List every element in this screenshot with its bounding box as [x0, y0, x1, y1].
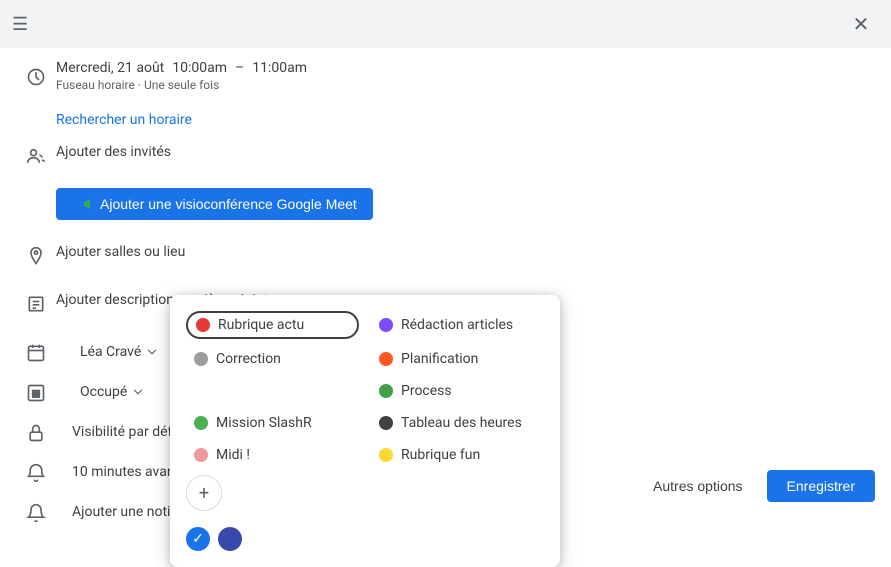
popup-item-label-tableau-heures: Tableau des heures	[401, 415, 522, 431]
color-dot-mission-slashr	[194, 416, 208, 430]
time-info: Mercredi, 21 août 10:00am – 11:00am Fuse…	[56, 60, 307, 92]
popup-item-label-rubrique-actu: Rubrique actu	[218, 317, 304, 333]
add-icon: +	[199, 483, 209, 504]
popup-item-tableau-heures[interactable]: Tableau des heures	[371, 411, 544, 435]
calendar-owner-label: Léa Cravé	[80, 344, 141, 360]
popup-item-redaction-articles[interactable]: Rédaction articles	[371, 311, 544, 339]
color-dot-correction	[194, 352, 208, 366]
calendar-icon	[16, 341, 56, 363]
footer-indigo-dot[interactable]	[218, 527, 242, 551]
color-dot-tableau-heures	[379, 416, 393, 430]
add-rooms-row: Ajouter salles ou lieu	[0, 236, 891, 284]
clock-icon	[16, 65, 56, 87]
popup-item-label-mission-slashr: Mission SlashR	[216, 415, 312, 431]
find-time-link[interactable]: Rechercher un horaire	[0, 104, 891, 136]
color-dot-process	[379, 384, 393, 398]
popup-item-label-midi: Midi !	[216, 447, 250, 463]
close-icon[interactable]: ✕	[843, 6, 879, 42]
location-icon	[16, 244, 56, 266]
event-time-start: 10:00am	[172, 60, 227, 76]
color-dot-redaction-articles	[379, 318, 393, 332]
popup-item-rubrique-actu[interactable]: Rubrique actu	[186, 311, 359, 339]
footer-check-icon[interactable]: ✓	[186, 527, 210, 551]
status-label: Occupé	[80, 384, 127, 400]
add-guests-label: Ajouter des invités	[56, 144, 875, 160]
autres-options-button[interactable]: Autres options	[637, 470, 759, 502]
popup-item-label-planification: Planification	[401, 351, 478, 367]
meet-button-row: Ajouter une visioconférence Google Meet	[0, 184, 891, 236]
add-rooms-label: Ajouter salles ou lieu	[56, 244, 875, 260]
color-dot-rubrique-actu	[196, 318, 210, 332]
notification-icon	[16, 501, 56, 523]
popup-footer: ✓	[186, 523, 544, 551]
popup-item-label-correction: Correction	[216, 351, 281, 367]
lock-icon	[16, 421, 56, 443]
chevron-down-icon	[145, 345, 159, 359]
calendar-owner-dropdown[interactable]: Léa Cravé	[72, 340, 167, 364]
popup-item-correction[interactable]: Correction	[186, 347, 359, 371]
popup-item-process[interactable]: Process	[371, 379, 544, 403]
calendar-color-popup: Rubrique actu Rédaction articles Correct…	[170, 295, 560, 567]
recurrence-label: Une seule fois	[144, 78, 219, 92]
status-dropdown[interactable]: Occupé	[72, 380, 153, 404]
event-time-separator: –	[235, 60, 244, 76]
popup-add-button[interactable]: +	[186, 475, 222, 511]
enregistrer-button[interactable]: Enregistrer	[767, 470, 875, 502]
popup-item-planification[interactable]: Planification	[371, 347, 544, 371]
popup-item-label-redaction-articles: Rédaction articles	[401, 317, 513, 333]
notification-label: Ajouter une notif…	[72, 504, 185, 520]
bottom-bar: Autres options Enregistrer	[621, 458, 891, 514]
popup-item-midi[interactable]: Midi !	[186, 443, 359, 467]
description-icon	[16, 292, 56, 314]
color-dot-planification	[379, 352, 393, 366]
time-row: Mercredi, 21 août 10:00am – 11:00am Fuse…	[0, 48, 891, 104]
popup-item-mission-slashr[interactable]: Mission SlashR	[186, 411, 359, 435]
bell-icon	[16, 461, 56, 483]
color-dot-midi	[194, 448, 208, 462]
color-dot-rubrique-fun	[379, 448, 393, 462]
reminder-label: 10 minutes avan…	[72, 464, 184, 480]
popup-grid: Rubrique actu Rédaction articles Correct…	[186, 311, 544, 511]
add-guests-row: Ajouter des invités	[0, 136, 891, 184]
timezone-label: Fuseau horaire	[56, 78, 135, 92]
meet-button-label: Ajouter une visioconférence Google Meet	[100, 196, 357, 212]
top-bar: ☰ ✕	[0, 0, 891, 48]
chevron-down-icon-status	[131, 385, 145, 399]
menu-icon[interactable]: ☰	[12, 14, 28, 35]
status-icon	[16, 381, 56, 403]
meet-button[interactable]: Ajouter une visioconférence Google Meet	[56, 188, 373, 220]
event-date: Mercredi, 21 août	[56, 60, 164, 76]
popup-item-rubrique-fun[interactable]: Rubrique fun	[371, 443, 544, 467]
popup-item-label-process: Process	[401, 383, 452, 399]
event-time-end: 11:00am	[252, 60, 307, 76]
popup-item-label-rubrique-fun: Rubrique fun	[401, 447, 480, 463]
guests-icon	[16, 144, 56, 166]
